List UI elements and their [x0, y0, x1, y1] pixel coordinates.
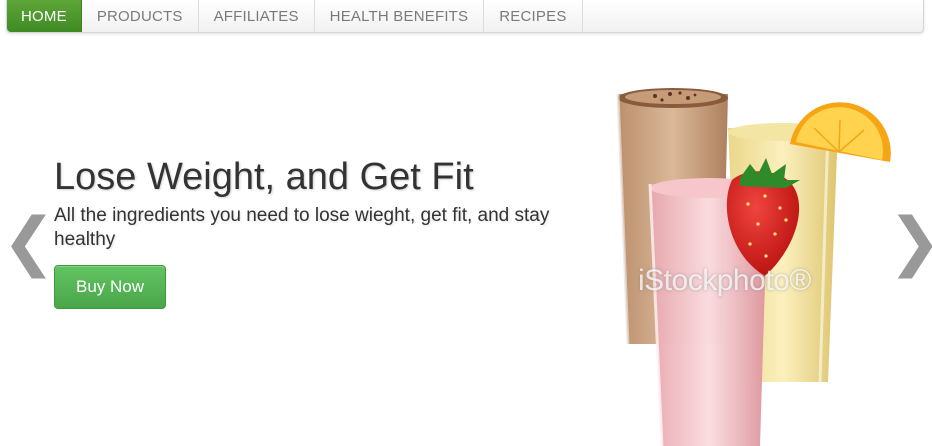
hero-carousel: ❮ Lose Weight, and Get Fit All the ingre… — [0, 34, 932, 446]
nav-item-home[interactable]: HOME — [7, 0, 82, 32]
main-navbar: HOME PRODUCTS AFFILIATES HEALTH BENEFITS… — [6, 0, 924, 33]
chevron-left-icon: ❮ — [2, 205, 56, 279]
buy-now-button[interactable]: Buy Now — [54, 265, 166, 309]
nav-item-recipes[interactable]: RECIPES — [484, 0, 583, 32]
carousel-prev-button[interactable]: ❮ — [2, 210, 56, 274]
hero-headline: Lose Weight, and Get Fit — [54, 156, 474, 198]
smoothie-glasses-image: iStockphoto® — [600, 84, 910, 446]
page: HOME PRODUCTS AFFILIATES HEALTH BENEFITS… — [0, 0, 932, 446]
nav-item-affiliates[interactable]: AFFILIATES — [199, 0, 315, 32]
nav-item-products[interactable]: PRODUCTS — [82, 0, 199, 32]
chevron-right-icon: ❯ — [888, 205, 932, 279]
carousel-next-button[interactable]: ❯ — [888, 210, 932, 274]
nav-item-health-benefits[interactable]: HEALTH BENEFITS — [315, 0, 485, 32]
stock-photo-watermark: iStockphoto® — [638, 264, 811, 297]
hero-lead-text: All the ingredients you need to lose wie… — [54, 205, 550, 250]
